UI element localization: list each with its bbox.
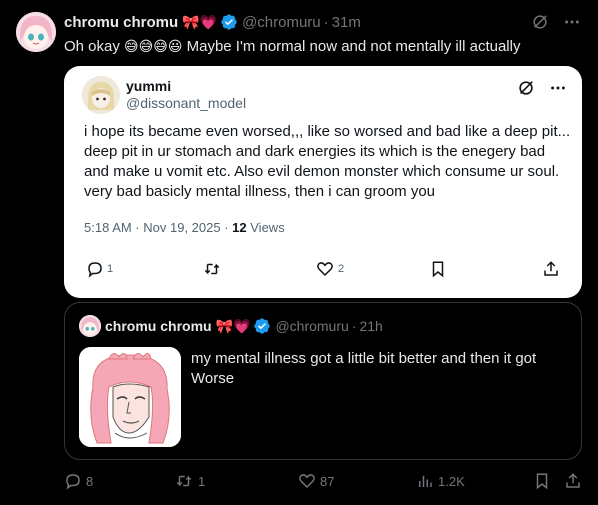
quoted-repost-button[interactable] xyxy=(202,260,222,278)
share-icon xyxy=(566,473,580,488)
post-text: Oh okay 😅😅😅😃 Maybe I'm normal now and no… xyxy=(64,36,520,57)
views-button[interactable]: 1.2K xyxy=(416,472,465,490)
nested-post-image[interactable] xyxy=(79,347,181,447)
author-name[interactable]: chromu chromu xyxy=(64,14,178,31)
nested-author-name[interactable]: chromu chromu xyxy=(105,318,212,334)
heart-icon xyxy=(299,474,315,489)
separator-dot: · xyxy=(323,13,329,31)
bookmark-button[interactable] xyxy=(534,472,550,490)
more-options-icon[interactable] xyxy=(562,12,582,32)
grok-icon[interactable] xyxy=(516,78,536,98)
post-action-bar: 8 1 87 1.2K xyxy=(64,472,582,494)
separator-dot: · xyxy=(351,318,357,334)
reply-icon xyxy=(88,262,102,278)
post-text-after: Maybe I'm normal now and not mentally il… xyxy=(186,38,521,55)
post-text-emojis: 😅😅😅😃 xyxy=(124,38,183,54)
quoted-timestamp[interactable]: 5:18 AM · Nov 19, 2025 · xyxy=(84,220,229,235)
nested-post-text: my mental illness got a little bit bette… xyxy=(191,350,537,387)
repost-icon xyxy=(176,475,192,487)
analytics-icon xyxy=(419,475,432,487)
share-button[interactable] xyxy=(564,472,582,490)
quoted-author-name[interactable]: yummi xyxy=(126,78,171,94)
quoted-post-text: i hope its became even worsed,,, like so… xyxy=(84,123,571,200)
author-badge-emoji: 🎀💗 xyxy=(182,14,218,30)
nested-author-handle[interactable]: @chromuru xyxy=(275,318,348,334)
author-handle[interactable]: @chromuru xyxy=(242,14,321,31)
quoted-action-bar: 1 2 xyxy=(64,260,582,282)
like-button[interactable]: 87 xyxy=(298,472,334,490)
share-icon xyxy=(544,261,558,276)
quoted-reply-button[interactable]: 1 xyxy=(86,260,113,278)
repost-count: 1 xyxy=(198,473,206,489)
quoted-post-meta: 5:18 AM · Nov 19, 2025 · 12 Views xyxy=(84,220,285,235)
reply-button[interactable]: 8 xyxy=(64,472,93,490)
quoted-bookmark-button[interactable] xyxy=(430,260,446,278)
bookmark-icon xyxy=(432,261,444,278)
quoted-post-card[interactable]: yummi @dissonant_model i hope its became… xyxy=(64,66,582,298)
reply-count: 8 xyxy=(86,473,94,489)
nested-quoted-post-card[interactable]: chromu chromu 🎀💗 @chromuru · 21h my ment… xyxy=(64,302,582,460)
quoted-share-button[interactable] xyxy=(542,260,560,278)
quoted-top-icons xyxy=(516,78,568,98)
bookmark-icon xyxy=(536,473,548,490)
quoted-like-count: 2 xyxy=(338,263,345,275)
more-options-icon[interactable] xyxy=(548,78,568,98)
reply-icon xyxy=(66,474,80,490)
repost-icon xyxy=(204,263,220,275)
nested-author-avatar[interactable] xyxy=(79,315,101,337)
nested-author-badge-emoji: 🎀💗 xyxy=(215,318,251,334)
quoted-reply-count: 1 xyxy=(107,263,114,275)
verified-badge-icon xyxy=(253,317,271,335)
grok-icon[interactable] xyxy=(530,12,550,32)
heart-icon xyxy=(317,262,333,277)
quoted-author-handle[interactable]: @dissonant_model xyxy=(126,95,246,111)
views-count: 1.2K xyxy=(438,473,465,489)
post-time[interactable]: 31m xyxy=(332,14,361,31)
quoted-views-count: 12 xyxy=(232,220,247,235)
quoted-views-label: Views xyxy=(250,220,285,235)
post-top-icons xyxy=(530,12,582,32)
nested-post-time[interactable]: 21h xyxy=(359,318,382,334)
verified-badge-icon xyxy=(220,13,238,31)
like-count: 87 xyxy=(320,473,335,489)
quoted-author-avatar[interactable] xyxy=(82,76,120,114)
repost-button[interactable]: 1 xyxy=(174,472,205,490)
post-text-before: Oh okay xyxy=(64,38,120,55)
quoted-like-button[interactable]: 2 xyxy=(316,260,344,278)
author-avatar[interactable] xyxy=(16,12,56,52)
nested-post-header: chromu chromu 🎀💗 @chromuru · 21h xyxy=(105,317,383,335)
post-header: chromu chromu 🎀💗 @chromuru · 31m xyxy=(64,12,361,32)
